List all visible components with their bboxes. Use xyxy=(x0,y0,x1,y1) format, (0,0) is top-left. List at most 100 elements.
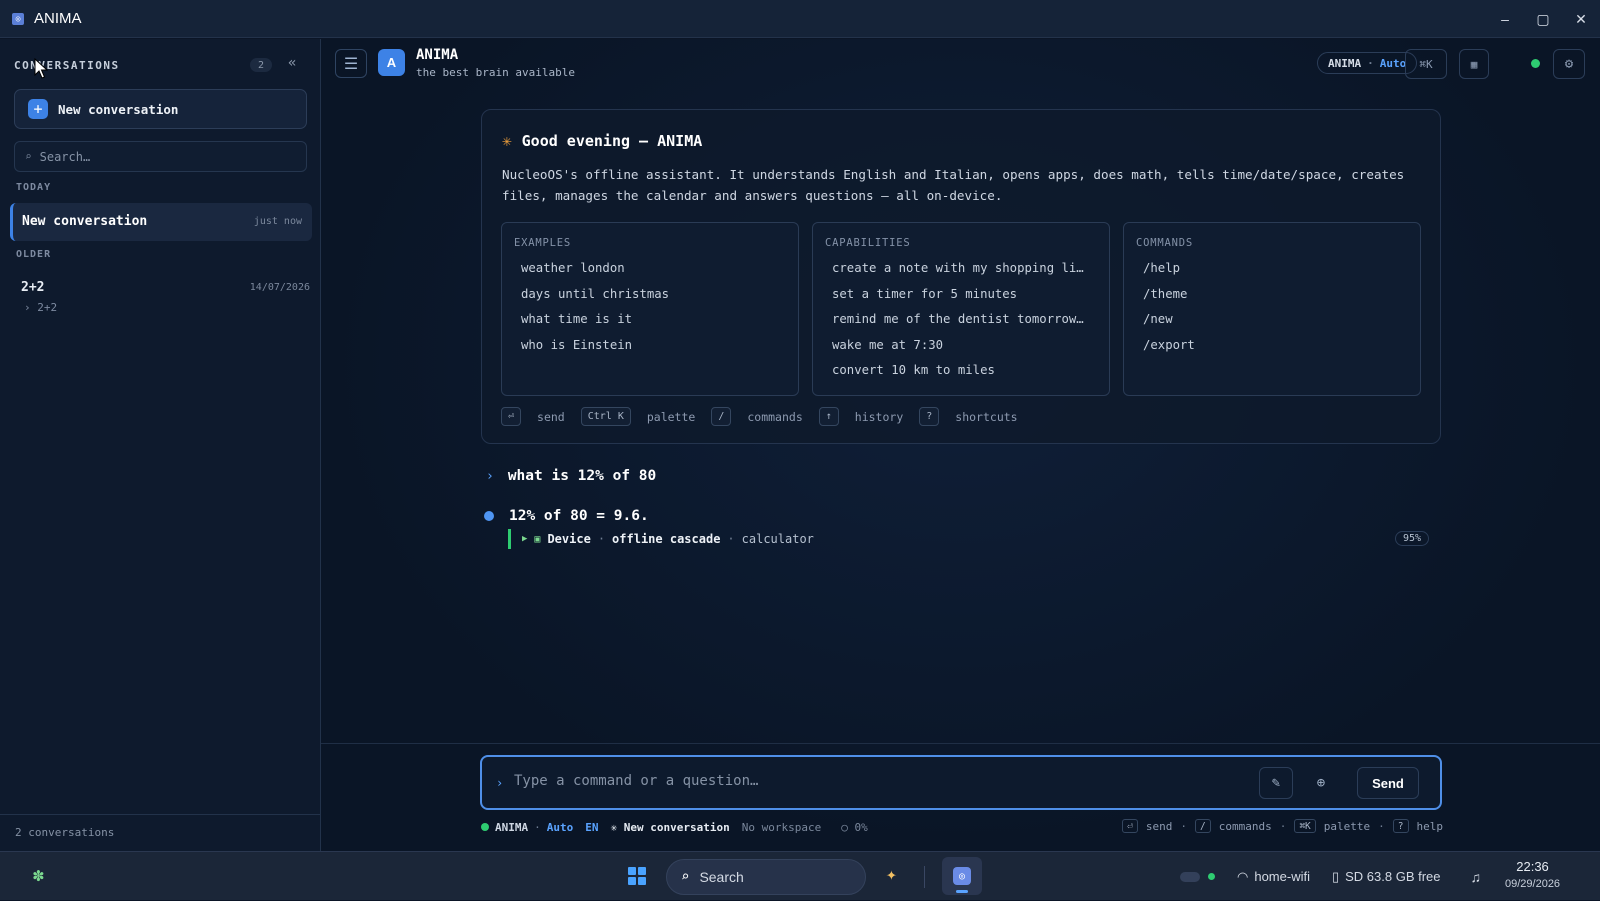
assistant-bullet-icon xyxy=(484,511,494,521)
minimize-button[interactable]: – xyxy=(1486,0,1524,38)
command-item[interactable]: /theme xyxy=(1143,287,1195,313)
card-heading: EXAMPLES xyxy=(514,237,571,249)
mode-name: ANIMA xyxy=(1328,56,1362,70)
assistant-name: ANIMA xyxy=(416,47,459,63)
example-item[interactable]: weather london xyxy=(521,261,669,287)
command-item[interactable]: /export xyxy=(1143,338,1195,364)
active-indicator xyxy=(956,890,968,893)
conversation-item-active[interactable]: New conversation just now xyxy=(10,203,312,241)
card-heading: COMMANDS xyxy=(1136,237,1193,249)
capability-item[interactable]: convert 10 km to miles xyxy=(832,363,1084,389)
assistant-message: 12% of 80 = 9.6. xyxy=(484,508,649,524)
welcome-description: NucleoOS's offline assistant. It underst… xyxy=(502,167,1405,203)
search-input[interactable] xyxy=(39,149,280,164)
user-message: › what is 12% of 80 xyxy=(486,468,656,484)
capability-item[interactable]: wake me at 7:30 xyxy=(832,338,1084,364)
conversation-date: 14/07/2026 xyxy=(249,282,310,293)
capability-item[interactable]: remind me of the dentist tomorrow… xyxy=(832,312,1084,338)
status-hints: ⏎ send · / commands · ⌘K palette · ? hel… xyxy=(1122,819,1443,833)
welcome-panel: ✳ Good evening — ANIMA NucleoOS's offlin… xyxy=(481,109,1441,444)
taskbar-search[interactable]: ⌕ Search xyxy=(666,859,866,895)
sidebar-footer: 2 conversations xyxy=(0,814,320,851)
wand-button[interactable]: ✎ xyxy=(1259,767,1293,799)
copilot-icon[interactable]: ✦ xyxy=(886,864,897,885)
answer-meta-toggle[interactable]: ▶ ▣ Device · offline cascade · calculato… xyxy=(508,529,814,549)
conversation-time: just now xyxy=(253,216,302,227)
wifi-label[interactable]: home-wifi xyxy=(1254,869,1310,884)
menu-button[interactable]: ☰ xyxy=(335,49,367,78)
send-button[interactable]: Send xyxy=(1357,767,1419,799)
command-item[interactable]: /help xyxy=(1143,261,1195,287)
example-item[interactable]: who is Einstein xyxy=(521,338,669,364)
toggle-icon[interactable] xyxy=(1180,871,1200,882)
meta-source: Device xyxy=(547,532,591,546)
settings-icon: ⚙ xyxy=(1564,56,1574,72)
hint-label: commands xyxy=(1218,819,1272,833)
section-older: OLDER xyxy=(16,249,52,260)
status-mode[interactable]: Auto xyxy=(547,821,574,834)
widgets-icon[interactable]: ✽ xyxy=(33,865,44,886)
conversation-item[interactable]: 2+2 14/07/2026 › 2+2 xyxy=(20,280,310,320)
example-item[interactable]: what time is it xyxy=(521,312,669,338)
capability-item[interactable]: set a timer for 5 minutes xyxy=(832,287,1084,313)
hint-key: ⌘K xyxy=(1294,819,1316,833)
status-online-dot xyxy=(481,823,489,831)
sd-card-icon: ▯ xyxy=(1331,868,1340,884)
composer-divider xyxy=(321,743,1600,744)
hint-label: commands xyxy=(747,409,803,424)
assistant-message-text: 12% of 80 = 9.6. xyxy=(509,508,649,524)
examples-card: EXAMPLES weather london days until chris… xyxy=(501,222,799,396)
taskbar-search-label: Search xyxy=(699,869,744,885)
hint-label: palette xyxy=(1323,819,1371,833)
globe-button[interactable]: ⊕ xyxy=(1304,767,1338,799)
status-language[interactable]: EN xyxy=(585,821,598,834)
hint-key: / xyxy=(711,407,732,426)
mouse-cursor-icon xyxy=(34,58,48,79)
taskbar: ✽ ⌕ Search ✦ ◎ ◠ home-wifi ▯ SD 63.8 GB … xyxy=(0,851,1600,900)
sparkle-icon: ✳ xyxy=(502,131,512,150)
welcome-title: ✳ Good evening — ANIMA xyxy=(502,131,702,150)
hint-label: shortcuts xyxy=(955,409,1018,424)
taskbar-app-anima[interactable]: ◎ xyxy=(942,857,982,895)
command-palette-button[interactable]: ⌘K xyxy=(1405,49,1447,79)
meta-separator: · xyxy=(727,532,735,546)
clock-date: 09/29/2026 xyxy=(1505,878,1561,890)
storage-label[interactable]: SD 63.8 GB free xyxy=(1345,869,1440,884)
window-title-bar: ◎ ANIMA – ▢ ✕ xyxy=(0,0,1600,38)
commands-card: COMMANDS /help /theme /new /export xyxy=(1123,222,1421,396)
system-tray: ◠ home-wifi ▯ SD 63.8 GB free ♫ xyxy=(1180,852,1481,901)
status-workspace[interactable]: No workspace xyxy=(742,821,821,834)
avatar: A xyxy=(378,49,405,76)
clock[interactable]: 22:36 09/29/2026 xyxy=(1505,859,1560,890)
bell-icon[interactable]: ♫ xyxy=(1471,869,1482,885)
card-heading: CAPABILITIES xyxy=(825,237,911,249)
user-message-text: what is 12% of 80 xyxy=(507,468,657,484)
settings-button[interactable]: ⚙ xyxy=(1553,49,1585,79)
maximize-button[interactable]: ▢ xyxy=(1524,0,1562,38)
grid-view-button[interactable]: ▦ xyxy=(1459,49,1489,79)
taskbar-divider xyxy=(924,866,925,888)
plus-icon: + xyxy=(28,99,48,119)
message-input[interactable] xyxy=(514,773,1234,789)
close-button[interactable]: ✕ xyxy=(1562,0,1600,38)
sidebar: CONVERSATIONS 2 « + New conversation ⌕ T… xyxy=(0,39,321,851)
wifi-icon[interactable]: ◠ xyxy=(1237,869,1248,885)
collapse-sidebar-icon[interactable]: « xyxy=(288,55,296,71)
mode-separator: · xyxy=(1367,56,1374,70)
new-conversation-button[interactable]: + New conversation xyxy=(14,89,307,129)
example-item[interactable]: days until christmas xyxy=(521,287,669,313)
capability-item[interactable]: create a note with my shopping li… xyxy=(832,261,1084,287)
conversation-title: New conversation xyxy=(22,214,148,229)
start-icon[interactable] xyxy=(628,867,646,885)
mode-selector[interactable]: ANIMA · Auto xyxy=(1317,52,1418,74)
menu-icon: ☰ xyxy=(343,54,359,73)
status-separator: · xyxy=(534,820,541,834)
assistant-subtitle: the best brain available xyxy=(416,66,575,79)
command-item[interactable]: /new xyxy=(1143,312,1195,338)
globe-icon: ⊕ xyxy=(1316,775,1326,791)
hint-key: ? xyxy=(919,407,940,426)
section-today: TODAY xyxy=(16,182,52,193)
top-bar: ☰ A ANIMA the best brain available ANIMA… xyxy=(321,39,1600,89)
main-panel: ☰ A ANIMA the best brain available ANIMA… xyxy=(321,39,1600,851)
status-name: ANIMA xyxy=(495,820,529,834)
